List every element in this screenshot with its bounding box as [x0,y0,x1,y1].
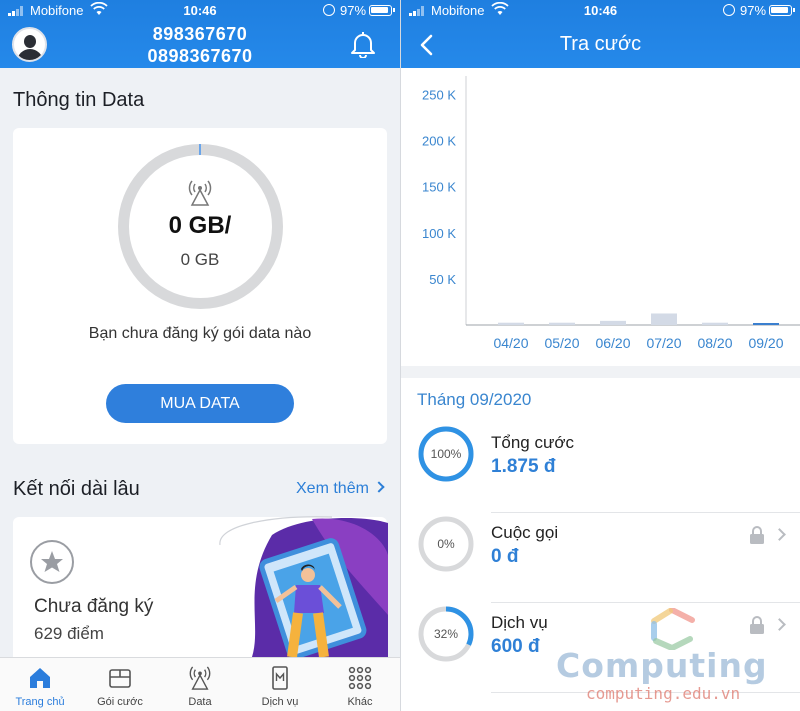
watermark-logo [651,608,695,650]
monthly-charges-chart-panel: 250 K 200 K 150 K 100 K 50 K 04/20 05/20 06/20 0… [401,68,800,366]
y-tick-label: 250 K [422,87,456,102]
y-tick-label: 100 K [422,226,456,241]
tab-services[interactable]: Dịch vụ [240,658,320,711]
charge-label: Dịch vụ [491,613,548,632]
charge-label: Cuộc gọi [491,523,559,542]
data-total-value: 0 GB [180,250,220,269]
antenna-icon [188,180,212,206]
box-icon [109,669,131,688]
tab-data-label: Data [188,696,212,708]
app-root: Mobifone 10:46 97% 898367670 0898367670 … [0,0,800,711]
no-package-note: Bạn chưa đăng ký gói data nào [88,325,312,342]
bar-07-20[interactable] [651,313,677,325]
lock-icon [750,616,764,634]
bell-icon[interactable] [350,30,376,58]
rotation-lock-icon [323,4,335,16]
monthly-charges-chart: 250 K 200 K 150 K 100 K 50 K 04/20 05/20 06/20 0… [422,76,800,351]
y-tick-label: 150 K [422,180,456,195]
percent-label: 100% [431,447,462,461]
bar-09-20[interactable] [753,323,779,325]
month-label: Tháng 09/2020 [417,390,532,409]
data-section-title: Thông tin Data [13,89,145,111]
bar-05-20[interactable] [549,322,575,325]
x-tick-label: 09/20 [748,335,783,351]
rotation-lock-icon [723,4,735,16]
charge-label: Tổng cước [491,433,574,452]
chevron-right-icon [773,618,786,631]
member-status: Chưa đăng ký [34,596,154,617]
charge-row: 100% Tổng cước 1.875 đ [401,423,800,513]
lock-icon [750,526,764,544]
percent-donut: 32% [418,606,474,662]
tab-packages-label: Gói cước [97,696,143,708]
charge-value: 0 đ [491,546,519,567]
y-tick-label: 200 K [422,134,456,149]
tab-home[interactable]: Trang chủ [0,658,80,711]
x-tick-label: 08/20 [697,335,732,351]
x-tick-label: 04/20 [493,335,528,351]
battery-percent: 97% [340,3,367,18]
percent-label: 32% [434,627,458,641]
watermark-url: computing.edu.vn [586,684,741,703]
tab-more-label: Khác [347,696,373,708]
tab-more[interactable]: Khác [320,658,400,711]
tab-data[interactable]: Data [160,658,240,711]
home-screen: Mobifone 10:46 97% 898367670 0898367670 … [0,0,400,711]
battery-icon [369,5,395,16]
see-more-link[interactable]: Xem thêm [296,480,385,498]
bar-04-20[interactable] [498,322,524,325]
battery-icon [769,5,795,16]
x-tick-label: 07/20 [646,335,681,351]
tab-services-label: Dịch vụ [261,696,299,708]
chevron-right-icon [373,481,385,493]
phone-m-icon [272,666,288,690]
status-bar: Mobifone 10:46 97% [0,0,400,22]
bar-06-20[interactable] [600,320,626,325]
phone-number-primary: 898367670 [152,24,248,44]
charges-header: Mobifone 10:46 97% Tra cước [401,0,800,68]
chevron-right-icon [773,528,786,541]
percent-donut: 0% [418,516,474,572]
charges-screen: Mobifone 10:46 97% Tra cước 250 K 200 K 15… [401,0,800,711]
charge-row[interactable]: 0% Cuộc gọi 0 đ [401,513,800,603]
member-points: 629 điểm [34,624,104,643]
page-title: Tra cước [559,33,642,55]
buy-data-button[interactable]: MUA DATA [106,384,294,423]
home-icon [30,668,50,688]
antenna-icon [189,666,211,690]
x-tick-label: 06/20 [595,335,630,351]
tab-packages[interactable]: Gói cước [80,658,160,711]
data-usage-ring-marker [199,144,201,155]
bar-08-20[interactable] [702,322,728,325]
star-icon [30,540,74,584]
phone-number-secondary: 0898367670 [147,46,253,66]
loyalty-section-title: Kết nối dài lâu [13,478,140,500]
charge-value: 1.875 đ [491,456,556,477]
data-used-value: 0 GB/ [168,212,232,239]
charge-value: 600 đ [491,636,540,657]
loyalty-illustration [219,516,388,657]
grid-icon [348,666,372,690]
home-header: Mobifone 10:46 97% 898367670 0898367670 [0,0,400,68]
x-tick-label: 05/20 [544,335,579,351]
percent-donut: 100% [418,426,474,482]
status-bar: Mobifone 10:46 97% [401,0,800,22]
bottom-tab-bar: Trang chủ Gói cước Data Dịch vụ Khác [0,657,400,711]
tab-home-label: Trang chủ [15,696,65,708]
see-more-label: Xem thêm [296,480,369,497]
watermark-name: Computing [556,646,768,685]
battery-percent: 97% [740,3,767,18]
percent-label: 0% [437,537,455,551]
y-tick-label: 50 K [429,272,456,287]
